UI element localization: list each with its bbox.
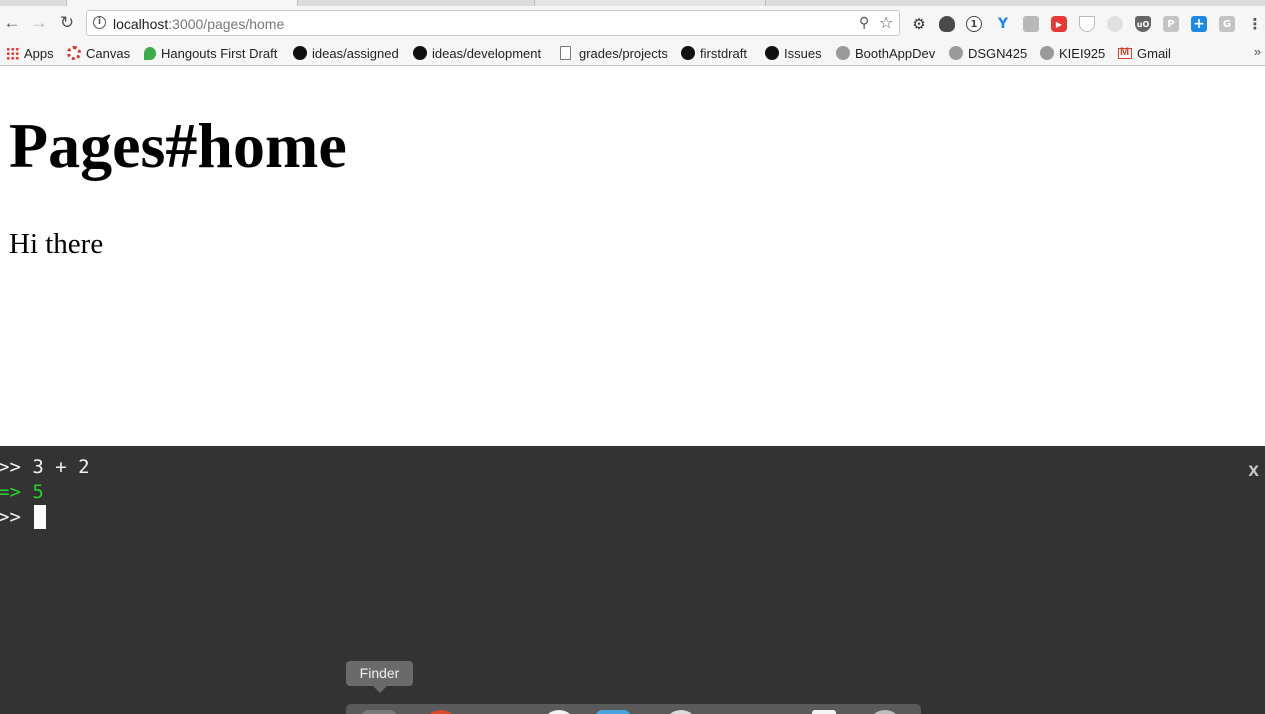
text-cursor[interactable] <box>34 505 47 529</box>
chat-bubble-icon <box>836 46 850 60</box>
ublock-icon[interactable]: uO <box>1135 16 1151 32</box>
bookmark-label: ideas/development <box>432 45 542 61</box>
console-input-line: >> 3 + 2 <box>0 455 90 480</box>
bookmark-label: Gmail <box>1137 45 1171 61</box>
bookmark-hangouts-first-draft[interactable]: Hangouts First Draft <box>144 44 277 62</box>
bookmark-grades-projects[interactable]: grades/projects <box>558 44 668 62</box>
bookmark-issues[interactable]: Issues <box>765 44 822 62</box>
bookmark-label: Hangouts First Draft <box>161 45 278 61</box>
github-icon <box>681 46 695 60</box>
file-icon <box>560 46 571 60</box>
dock-app-icon[interactable] <box>596 710 630 714</box>
dock-tooltip: Finder <box>346 661 413 693</box>
youtube-icon[interactable]: ▶ <box>1051 16 1067 32</box>
hangouts-icon <box>144 46 156 60</box>
bookmark-label: BoothAppDev <box>855 45 936 61</box>
bookmark-apps[interactable]: Apps <box>6 44 54 62</box>
chat-bubble-icon <box>1040 46 1054 60</box>
bookmark-star-icon[interactable]: ☆ <box>879 13 893 33</box>
console-close-button[interactable]: x <box>1248 460 1259 482</box>
arrow-left-icon: ← <box>3 13 21 32</box>
macos-dock <box>346 704 921 714</box>
evernote-icon[interactable] <box>939 16 955 32</box>
dock-app-icon[interactable] <box>868 710 902 714</box>
pocket-p-icon[interactable]: P <box>1163 16 1179 32</box>
url-path: :3000/pages/home <box>168 16 285 32</box>
greeting-text: Hi there <box>9 228 104 260</box>
apps-grid-icon <box>6 46 19 60</box>
github-icon <box>413 46 427 60</box>
bookmark-label: Canvas <box>86 45 131 61</box>
console-result-line: => 5 <box>0 480 44 505</box>
bookmark-label: grades/projects <box>579 45 668 61</box>
browser-toolbar: ← → ↻ i localhost:3000/pages/home ⚲ ☆ ⚙ … <box>0 6 1265 41</box>
settings-gear-icon[interactable]: ⚙ <box>911 15 927 33</box>
dock-app-icon[interactable] <box>424 710 458 714</box>
bookmark-label: KIEI925 <box>1059 45 1106 61</box>
bookmark-boothappdev[interactable]: BoothAppDev <box>836 44 935 62</box>
bookmark-kiei925[interactable]: KIEI925 <box>1040 44 1105 62</box>
bookmark-label: DSGN425 <box>968 45 1028 61</box>
bookmark-ideas-assigned[interactable]: ideas/assigned <box>293 44 399 62</box>
bookmark-canvas[interactable]: Canvas <box>67 44 130 62</box>
web-console[interactable]: >> 3 + 2 => 5 >> x <box>0 446 1265 714</box>
forward-button[interactable]: → <box>28 12 50 34</box>
console-input-text: 3 + 2 <box>32 456 90 478</box>
canvas-icon <box>67 46 81 60</box>
page-content: Pages#home Hi there <box>0 66 1265 446</box>
console-result-prefix: => <box>0 481 21 503</box>
bookmark-label: Issues <box>784 45 822 61</box>
yelp-y-icon[interactable]: Y <box>995 16 1011 32</box>
bookmarks-bar: Apps Canvas Hangouts First Draft ideas/a… <box>0 41 1265 66</box>
bookmark-label: Apps <box>24 45 54 61</box>
page-title: Pages#home <box>9 110 347 181</box>
plus-icon[interactable]: + <box>1191 16 1207 32</box>
extension-grey-icon[interactable] <box>1023 16 1039 32</box>
bookmark-label: firstdraft <box>700 45 747 61</box>
bookmark-gmail[interactable]: Gmail <box>1118 44 1171 62</box>
g-extension-icon[interactable]: G <box>1219 16 1235 32</box>
document-icon[interactable] <box>812 710 836 714</box>
onepassword-icon[interactable]: 1 <box>966 16 982 32</box>
menu-kebab-icon[interactable]: ⋮ <box>1247 15 1263 33</box>
url-text[interactable]: localhost:3000/pages/home <box>113 16 284 32</box>
bookmark-firstdraft[interactable]: firstdraft <box>681 44 747 62</box>
bookmark-dsgn425[interactable]: DSGN425 <box>949 44 1027 62</box>
back-button[interactable]: ← <box>1 12 23 34</box>
feather-icon[interactable] <box>1107 16 1123 32</box>
bookmark-label: ideas/assigned <box>312 45 399 61</box>
console-prompt: >> <box>0 506 21 528</box>
url-host: localhost <box>113 16 169 32</box>
reload-icon: ↻ <box>59 13 75 32</box>
dock-app-icon[interactable] <box>664 710 698 714</box>
shield-icon[interactable] <box>1079 16 1095 32</box>
zoom-icon[interactable]: ⚲ <box>859 14 869 31</box>
gmail-icon <box>1118 46 1132 59</box>
reload-button[interactable]: ↻ <box>56 12 78 34</box>
console-result-value: 5 <box>32 481 44 503</box>
console-prompt: >> <box>0 456 21 478</box>
finder-icon[interactable] <box>362 710 396 714</box>
address-bar[interactable]: i localhost:3000/pages/home ⚲ ☆ <box>86 10 900 36</box>
dock-app-icon[interactable] <box>542 710 576 714</box>
arrow-right-icon: → <box>30 13 48 32</box>
info-icon[interactable]: i <box>93 16 106 29</box>
github-icon <box>293 46 307 60</box>
bookmark-ideas-development[interactable]: ideas/development <box>413 44 541 62</box>
github-icon <box>765 46 779 60</box>
bookmarks-overflow-button[interactable]: » <box>1254 44 1261 59</box>
chat-bubble-icon <box>949 46 963 60</box>
console-active-line[interactable]: >> <box>0 505 47 530</box>
